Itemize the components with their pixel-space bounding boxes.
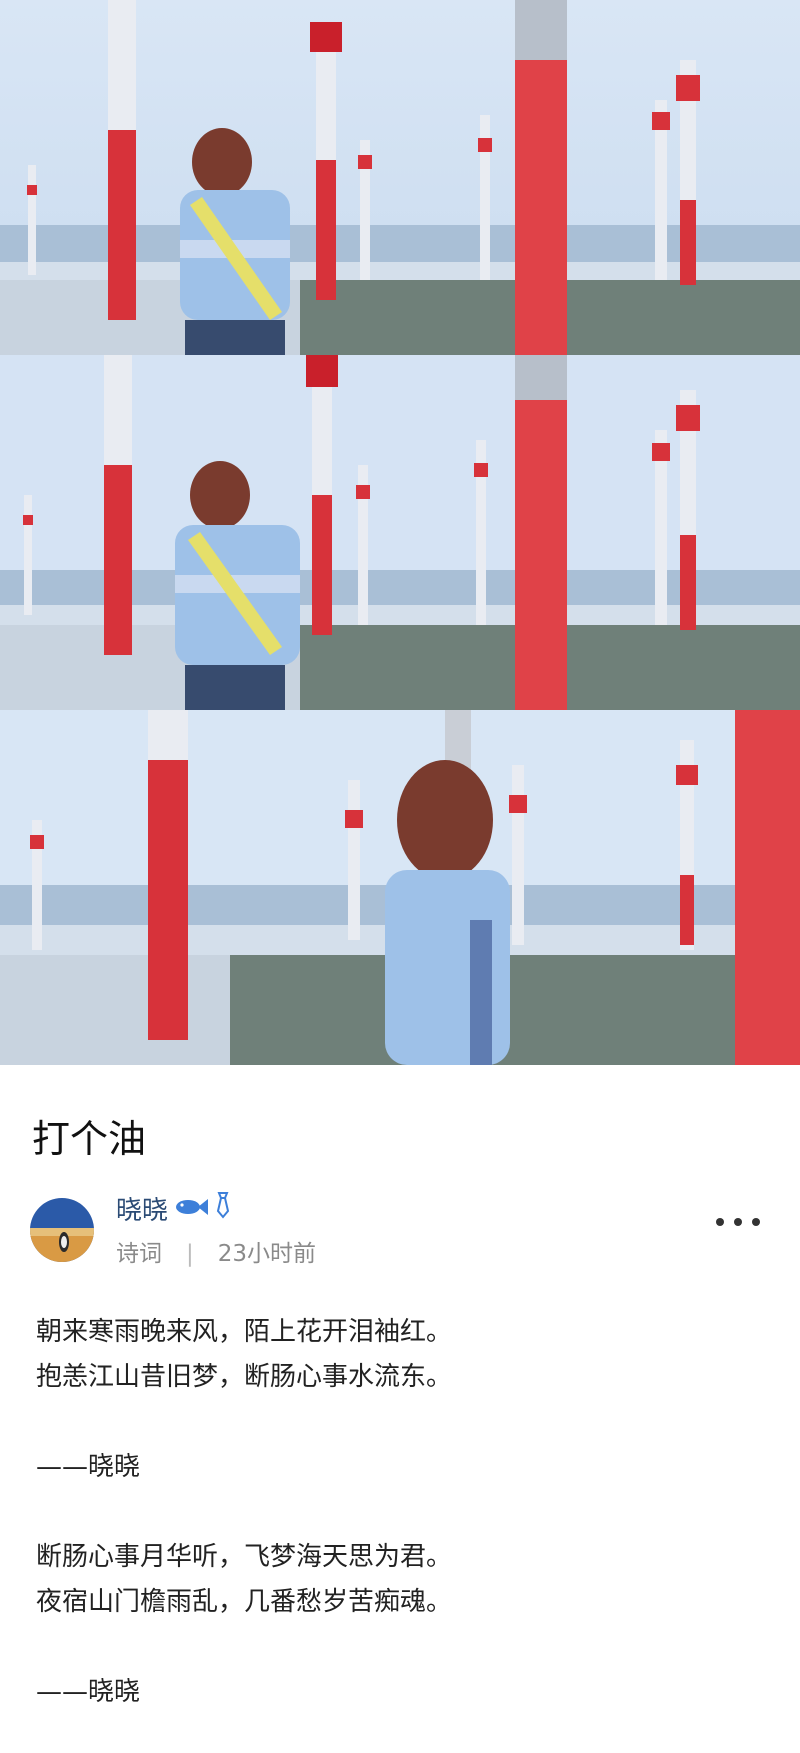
author-name[interactable]: 晓晓 <box>116 1190 232 1227</box>
post-title: 打个油 <box>32 1117 147 1161</box>
dot-icon <box>734 1218 742 1226</box>
body-line: 断肠心事月华听，飞梦海天思为君。 <box>36 1542 453 1572</box>
photo-frame-3[interactable] <box>0 710 800 1065</box>
dot-icon <box>716 1218 724 1226</box>
author-name-text: 晓晓 <box>116 1196 169 1226</box>
timestamp: 23小时前 <box>217 1241 317 1267</box>
meta-separator: | <box>186 1241 194 1267</box>
photo-frame-2[interactable] <box>0 355 800 710</box>
body-line: 抱恙江山昔旧梦，断肠心事水流东。 <box>36 1362 453 1392</box>
dot-icon <box>752 1218 760 1226</box>
more-options-button[interactable] <box>716 1208 760 1236</box>
tie-icon <box>214 1191 232 1226</box>
avatar[interactable] <box>30 1198 94 1262</box>
body-line: 夜宿山门檐雨乱，几番愁岁苦痴魂。 <box>36 1587 453 1617</box>
signature-line: ——晓晓 <box>36 1677 141 1707</box>
author-row: 晓晓 诗词 | 23小时前 <box>30 1190 770 1270</box>
signature-line: ——晓晓 <box>36 1452 141 1482</box>
fish-icon <box>174 1194 209 1224</box>
post-body: 朝来寒雨晚来风，陌上花开泪袖红。 抱恙江山昔旧梦，断肠心事水流东。 ——晓晓 断… <box>36 1310 766 1715</box>
category-label[interactable]: 诗词 <box>116 1241 162 1267</box>
post-meta: 诗词 | 23小时前 <box>116 1234 316 1268</box>
photo-gallery <box>0 0 800 1065</box>
body-line: 朝来寒雨晚来风，陌上花开泪袖红。 <box>36 1317 453 1347</box>
photo-frame-1[interactable] <box>0 0 800 355</box>
